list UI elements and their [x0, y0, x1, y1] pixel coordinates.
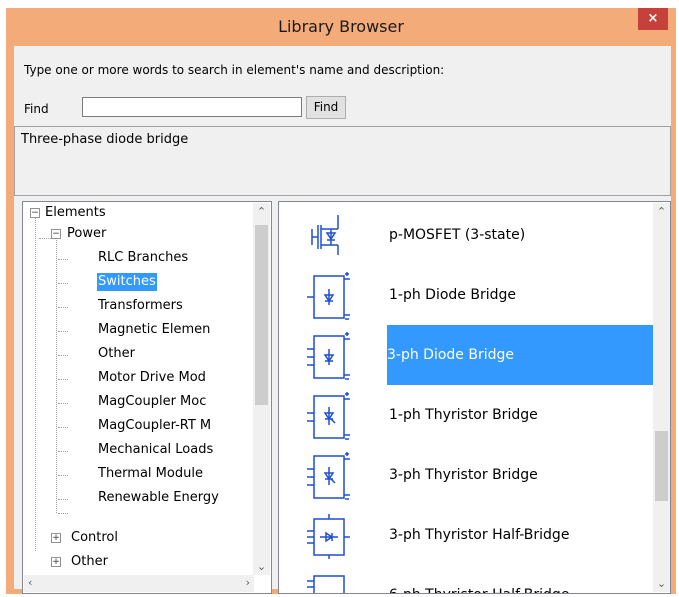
window-title: Library Browser — [278, 17, 404, 36]
list-item[interactable]: 3-ph Thyristor Half-Bridge — [279, 505, 651, 565]
find-label: Find — [24, 102, 49, 116]
tree-item-rlc-branches[interactable]: RLC Branches — [98, 249, 188, 267]
collapse-icon[interactable]: − — [51, 229, 61, 239]
tree-item-other-group[interactable]: Other — [71, 553, 108, 571]
description-text: Three-phase diode bridge — [21, 132, 189, 147]
tree-item-elements[interactable]: Elements — [45, 204, 106, 222]
tree-item-renewable-energy[interactable]: Renewable Energy — [98, 489, 219, 507]
tree-connector — [58, 499, 68, 500]
expand-icon[interactable]: + — [51, 533, 61, 543]
tree-connector — [58, 283, 68, 284]
list-item[interactable]: 3-ph Thyristor Bridge — [279, 445, 651, 505]
list-item-label: 1-ph Diode Bridge — [389, 287, 516, 303]
find-input[interactable] — [82, 97, 302, 117]
list-item-label: 3-ph Thyristor Bridge — [389, 467, 538, 483]
expand-icon[interactable]: + — [51, 557, 61, 567]
tree-item-motor-drive[interactable]: Motor Drive Mod — [98, 369, 206, 387]
description-box: Three-phase diode bridge — [14, 126, 671, 196]
diode-bridge-icon — [307, 332, 350, 380]
search-area: Type one or more words to search in elem… — [14, 46, 671, 126]
tree-connector — [58, 403, 68, 404]
tree-connector — [58, 475, 68, 476]
list-item[interactable]: 6-ph Thyristor Half-Bridge — [279, 565, 651, 593]
tree-item-mechanical-loads[interactable]: Mechanical Loads — [98, 441, 213, 459]
tree-connector — [56, 235, 57, 513]
tree-item-switches[interactable]: Switches — [97, 273, 157, 291]
list-item-selected[interactable]: 3-ph Diode Bridge — [279, 325, 653, 385]
list-item-label: 6-ph Thyristor Half-Bridge — [389, 585, 569, 593]
list-item-label: 3-ph Diode Bridge — [387, 325, 653, 385]
p-mosfet-icon — [311, 215, 339, 255]
find-button[interactable]: Find — [306, 96, 346, 119]
window-client-area: Type one or more words to search in elem… — [14, 46, 671, 594]
tree-connector — [58, 307, 68, 308]
thyristor-bridge-icon — [307, 392, 350, 440]
tree-item-power[interactable]: Power — [67, 225, 106, 243]
thyristor-half-bridge-icon — [307, 575, 345, 593]
tree-horizontal-scrollbar[interactable]: ‹ › — [24, 575, 254, 592]
close-button[interactable]: × — [638, 8, 668, 30]
scroll-up-icon[interactable]: ⌃ — [653, 205, 670, 218]
tree-item-control[interactable]: Control — [71, 529, 118, 547]
tree-item-magcoupler-rt[interactable]: MagCoupler-RT M — [98, 417, 211, 435]
tree-scroll-thumb[interactable] — [255, 225, 268, 405]
element-list[interactable]: p-MOSFET (3-state) 1-ph Diode Bridge 3-p… — [278, 201, 671, 594]
scroll-down-icon[interactable]: ⌄ — [653, 577, 670, 590]
list-item-label: p-MOSFET (3-state) — [389, 227, 526, 243]
list-item-label: 1-ph Thyristor Bridge — [389, 407, 538, 423]
list-vertical-scrollbar[interactable]: ⌃ ⌄ — [653, 203, 670, 592]
tree-connector — [58, 427, 68, 428]
tree-item-thermal-module[interactable]: Thermal Module — [98, 465, 203, 483]
element-tree[interactable]: − − + + Elements Power RLC Branches Swit… — [22, 201, 272, 594]
collapse-icon[interactable]: − — [30, 208, 40, 218]
scroll-up-icon[interactable]: ⌃ — [253, 205, 270, 218]
tree-item-magcoupler[interactable]: MagCoupler Moc — [98, 393, 206, 411]
tree-connector — [58, 259, 68, 260]
tree-connector — [58, 355, 68, 356]
thyristor-half-bridge-icon — [307, 514, 350, 559]
list-scroll-thumb[interactable] — [655, 431, 668, 501]
tree-item-other[interactable]: Other — [98, 345, 135, 363]
list-item[interactable]: p-MOSFET (3-state) — [279, 205, 651, 265]
list-item[interactable]: 1-ph Diode Bridge — [279, 265, 651, 325]
scroll-left-icon[interactable]: ‹ — [28, 576, 32, 589]
tree-connector — [58, 451, 68, 452]
thyristor-bridge-icon — [307, 452, 350, 500]
search-prompt: Type one or more words to search in elem… — [24, 63, 445, 77]
scroll-down-icon[interactable]: ⌄ — [253, 560, 270, 573]
scroll-right-icon[interactable]: › — [246, 576, 250, 589]
tree-connector — [35, 218, 36, 551]
title-bar[interactable]: Library Browser × — [6, 8, 676, 46]
tree-item-magnetic-elements[interactable]: Magnetic Elemen — [98, 321, 210, 339]
tree-connector — [58, 379, 68, 380]
library-browser-window: Library Browser × Type one or more words… — [6, 8, 676, 594]
list-item-label: 3-ph Thyristor Half-Bridge — [389, 527, 570, 543]
tree-connector — [58, 331, 68, 332]
tree-vertical-scrollbar[interactable]: ⌃ ⌄ — [253, 203, 270, 575]
tree-connector — [58, 513, 68, 514]
tree-item-transformers[interactable]: Transformers — [98, 297, 183, 315]
list-item[interactable]: 1-ph Thyristor Bridge — [279, 385, 651, 445]
diode-bridge-icon — [307, 272, 350, 320]
